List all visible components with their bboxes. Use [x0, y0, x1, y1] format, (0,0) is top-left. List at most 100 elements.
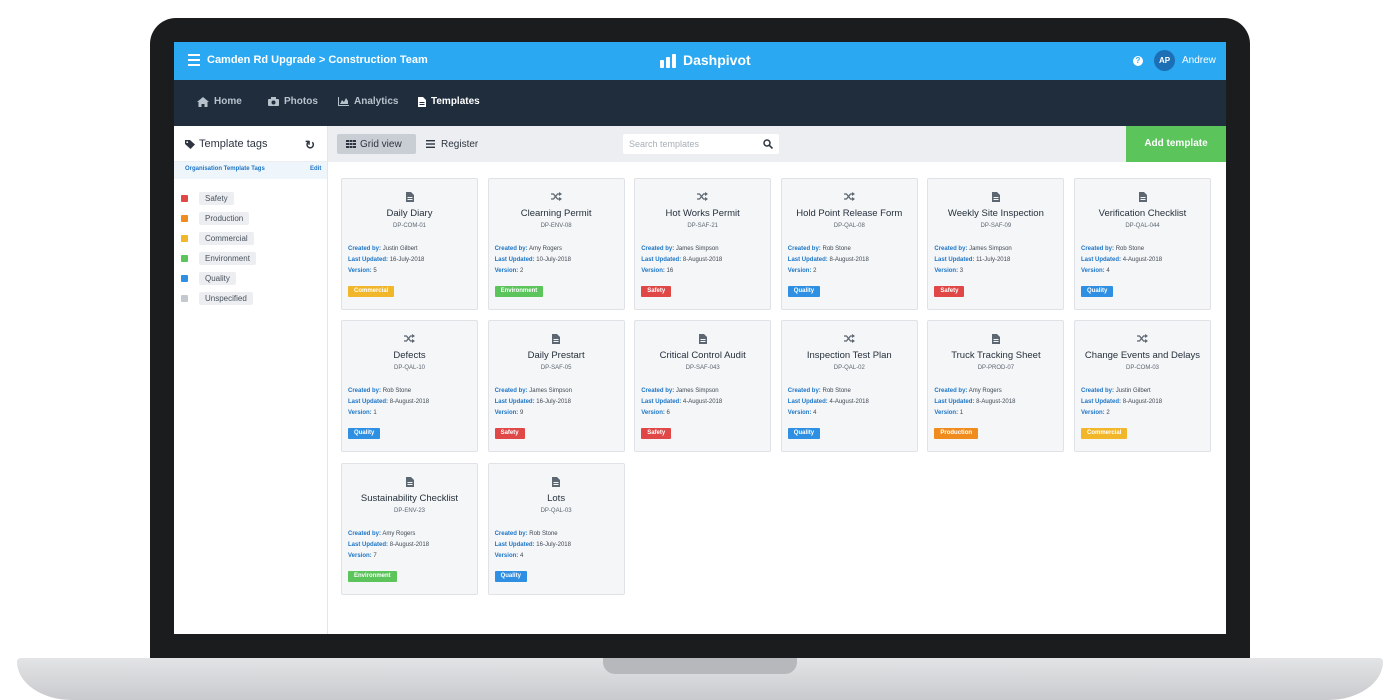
last-updated-line: Last Updated: 8-August-2018 [348, 399, 429, 405]
version-line: Version: 2 [788, 268, 817, 274]
logo-bar-icon [660, 60, 664, 68]
nav-photos[interactable]: Photos [268, 96, 318, 107]
shuffle-icon [782, 192, 917, 201]
tag-color-swatch [181, 214, 188, 222]
last-updated-label: Last Updated: [348, 541, 389, 548]
template-card[interactable]: Sustainability Checklist DP-ENV-23 Created… [341, 462, 478, 595]
add-template-button[interactable]: Add template [1126, 126, 1226, 162]
camera-icon [268, 97, 279, 106]
register-button[interactable]: Register [426, 134, 478, 154]
template-card[interactable]: Verification Checklist DP-QAL-044 Created … [1074, 178, 1211, 310]
avatar[interactable]: AP [1154, 50, 1175, 71]
search-icon[interactable] [763, 139, 773, 149]
template-card[interactable]: Inspection Test Plan DP-QAL-02 Created by:… [780, 320, 918, 453]
tag-badge: Quality [787, 428, 821, 440]
tag-badge: Environment [348, 570, 397, 582]
template-title: Hold Point Release Form [796, 208, 903, 219]
shuffle-icon [1075, 334, 1210, 344]
version-line: Version: 1 [348, 410, 377, 416]
last-updated-value: 8-August-2018 [389, 541, 430, 548]
last-updated-value: 8-August-2018 [976, 399, 1016, 406]
created-by-label: Created by: [348, 388, 382, 395]
created-by-line: Created by: Amy Rogers [348, 531, 415, 537]
last-updated-value: 10-July-2018 [536, 257, 571, 263]
breadcrumb[interactable]: Camden Rd Upgrade > Construction Team [207, 54, 428, 66]
search-input[interactable] [623, 134, 757, 154]
template-card[interactable]: Hot Works Permit DP-SAF-21 Created by: Jam… [634, 178, 772, 310]
template-code: DP-SAF-05 [540, 365, 572, 372]
template-code: DP-SAF-09 [980, 223, 1012, 229]
template-card[interactable]: Clearning Permit DP-ENV-08 Created by: Amy… [487, 178, 625, 310]
tag-item[interactable]: Quality [174, 268, 327, 288]
tag-item[interactable]: Environment [174, 248, 327, 268]
tag-item[interactable]: Unspecified [174, 288, 327, 308]
template-code: DP-PROD-07 [977, 365, 1015, 372]
version-label: Version: [494, 552, 519, 559]
nav-label: Analytics [354, 96, 399, 107]
help-icon[interactable]: ? [1133, 56, 1143, 66]
created-by-line: Created by: Amy Rogers [495, 246, 562, 252]
template-card[interactable]: Daily Diary DP-COM-01 Created by: Justin G… [341, 178, 478, 310]
brand-logo[interactable]: Dashpivot [660, 52, 751, 68]
template-card[interactable]: Defects DP-QAL-10 Created by: Rob Stone Las… [341, 320, 478, 453]
nav-templates[interactable]: Templates [418, 96, 480, 107]
last-updated-line: Last Updated: 8-August-2018 [1081, 399, 1162, 405]
template-code: DP-COM-01 [392, 223, 426, 229]
template-card[interactable]: Change Events and Delays DP-COM-03 Created… [1074, 320, 1211, 453]
last-updated-label: Last Updated: [348, 257, 389, 263]
last-updated-value: 4-August-2018 [682, 399, 723, 406]
created-by-label: Created by: [348, 246, 382, 252]
created-by-value: Amy Rogers [968, 388, 1002, 395]
nav-analytics[interactable]: Analytics [338, 96, 398, 107]
tag-badge: Commercial [348, 286, 395, 297]
template-card[interactable]: Daily Prestart DP-SAF-05 Created by: James… [487, 320, 625, 453]
last-updated-label: Last Updated: [787, 257, 828, 263]
version-label: Version: [348, 268, 372, 274]
last-updated-value: 8-August-2018 [682, 257, 723, 263]
template-title: Clearning Permit [520, 208, 592, 219]
created-by-value: James Simpson [969, 246, 1012, 252]
version-line: Version: 7 [348, 553, 377, 559]
last-updated-line: Last Updated: 16-July-2018 [495, 542, 571, 548]
document-icon [418, 96, 426, 107]
version-label: Version: [1081, 410, 1105, 417]
created-by-label: Created by: [1081, 388, 1115, 395]
version-value: 2 [813, 268, 817, 274]
tag-item[interactable]: Safety [174, 188, 327, 208]
hamburger-menu-icon[interactable] [188, 54, 200, 68]
last-updated-label: Last Updated: [641, 399, 682, 406]
template-card[interactable]: Critical Control Audit DP-SAF-043 Created … [634, 320, 772, 453]
sidebar-header: Template tags ↻ [174, 126, 327, 162]
tag-item[interactable]: Commercial [174, 228, 327, 248]
search-box [623, 134, 779, 154]
template-card[interactable]: Truck Tracking Sheet DP-PROD-07 Created by… [927, 320, 1065, 453]
last-updated-value: 4-August-2018 [1122, 257, 1163, 263]
template-title: Daily Diary [386, 208, 433, 219]
reset-icon[interactable]: ↻ [305, 138, 315, 152]
document-icon [489, 334, 624, 345]
template-title: Weekly Site Inspection [947, 208, 1044, 219]
last-updated-line: Last Updated: 4-August-2018 [641, 399, 722, 405]
version-value: 5 [373, 268, 377, 274]
grid-view-button[interactable]: Grid view [337, 134, 416, 154]
tag-color-swatch [181, 254, 188, 262]
tag-item[interactable]: Production [174, 208, 327, 228]
edit-tags-link[interactable]: Edit [310, 166, 321, 172]
version-line: Version: 3 [934, 268, 963, 274]
version-label: Version: [787, 410, 812, 417]
template-card[interactable]: Weekly Site Inspection DP-SAF-09 Created b… [927, 178, 1065, 310]
last-updated-value: 8-August-2018 [829, 257, 869, 263]
area-chart-icon [338, 97, 349, 106]
template-card[interactable]: Hold Point Release Form DP-QAL-08 Created … [780, 178, 918, 310]
created-by-line: Created by: Rob Stone [788, 246, 851, 252]
template-card[interactable]: Lots DP-QAL-03 Created by: Rob Stone Last U… [487, 462, 625, 595]
version-label: Version: [348, 552, 372, 559]
nav-home[interactable]: Home [197, 96, 242, 107]
version-label: Version: [1081, 268, 1105, 274]
created-by-label: Created by: [494, 530, 528, 537]
user-name[interactable]: Andrew [1182, 55, 1216, 66]
template-title: Sustainability Checklist [360, 492, 459, 504]
version-label: Version: [348, 410, 372, 417]
tag-color-swatch [181, 234, 188, 242]
version-line: Version: 16 [641, 268, 673, 274]
